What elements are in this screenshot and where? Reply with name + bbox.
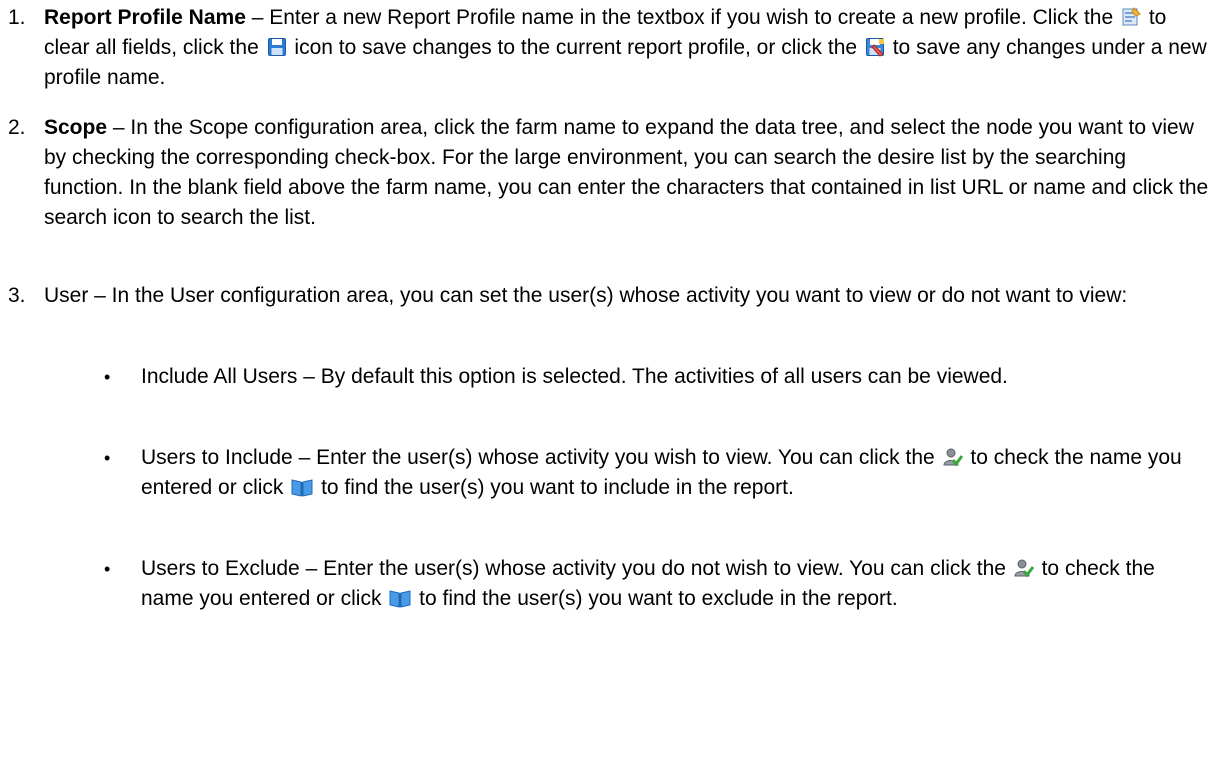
list-item-text: Report Profile Name – Enter a new Report…: [44, 6, 1207, 89]
bullet-symbol: •: [104, 559, 111, 579]
bullet-text: Include All Users – By default this opti…: [141, 365, 1008, 388]
save-as-icon: [865, 37, 885, 57]
list-item-text: Scope – In the Scope configuration area,…: [44, 116, 1209, 229]
clear-fields-icon: [1121, 7, 1141, 27]
term-report-profile-name: Report Profile Name: [44, 6, 246, 29]
bullet-text: Users to Include – Enter the user(s) who…: [141, 446, 1182, 499]
bullet-text: Users to Exclude – Enter the user(s) who…: [141, 557, 1155, 610]
bullet-symbol: •: [104, 367, 111, 387]
document-page: 1. Report Profile Name – Enter a new Rep…: [0, 0, 1220, 761]
list-number: 1.: [8, 6, 26, 29]
term-scope: Scope: [44, 116, 108, 139]
bullet-symbol: •: [104, 448, 111, 468]
address-book-icon: [389, 588, 411, 608]
check-names-icon: [1014, 558, 1034, 578]
address-book-icon: [291, 477, 313, 497]
list-number: 3.: [8, 284, 26, 307]
save-icon: [267, 37, 287, 57]
list-number: 2.: [8, 116, 26, 139]
list-item-text: User – In the User configuration area, y…: [44, 284, 1128, 307]
check-names-icon: [943, 447, 963, 467]
